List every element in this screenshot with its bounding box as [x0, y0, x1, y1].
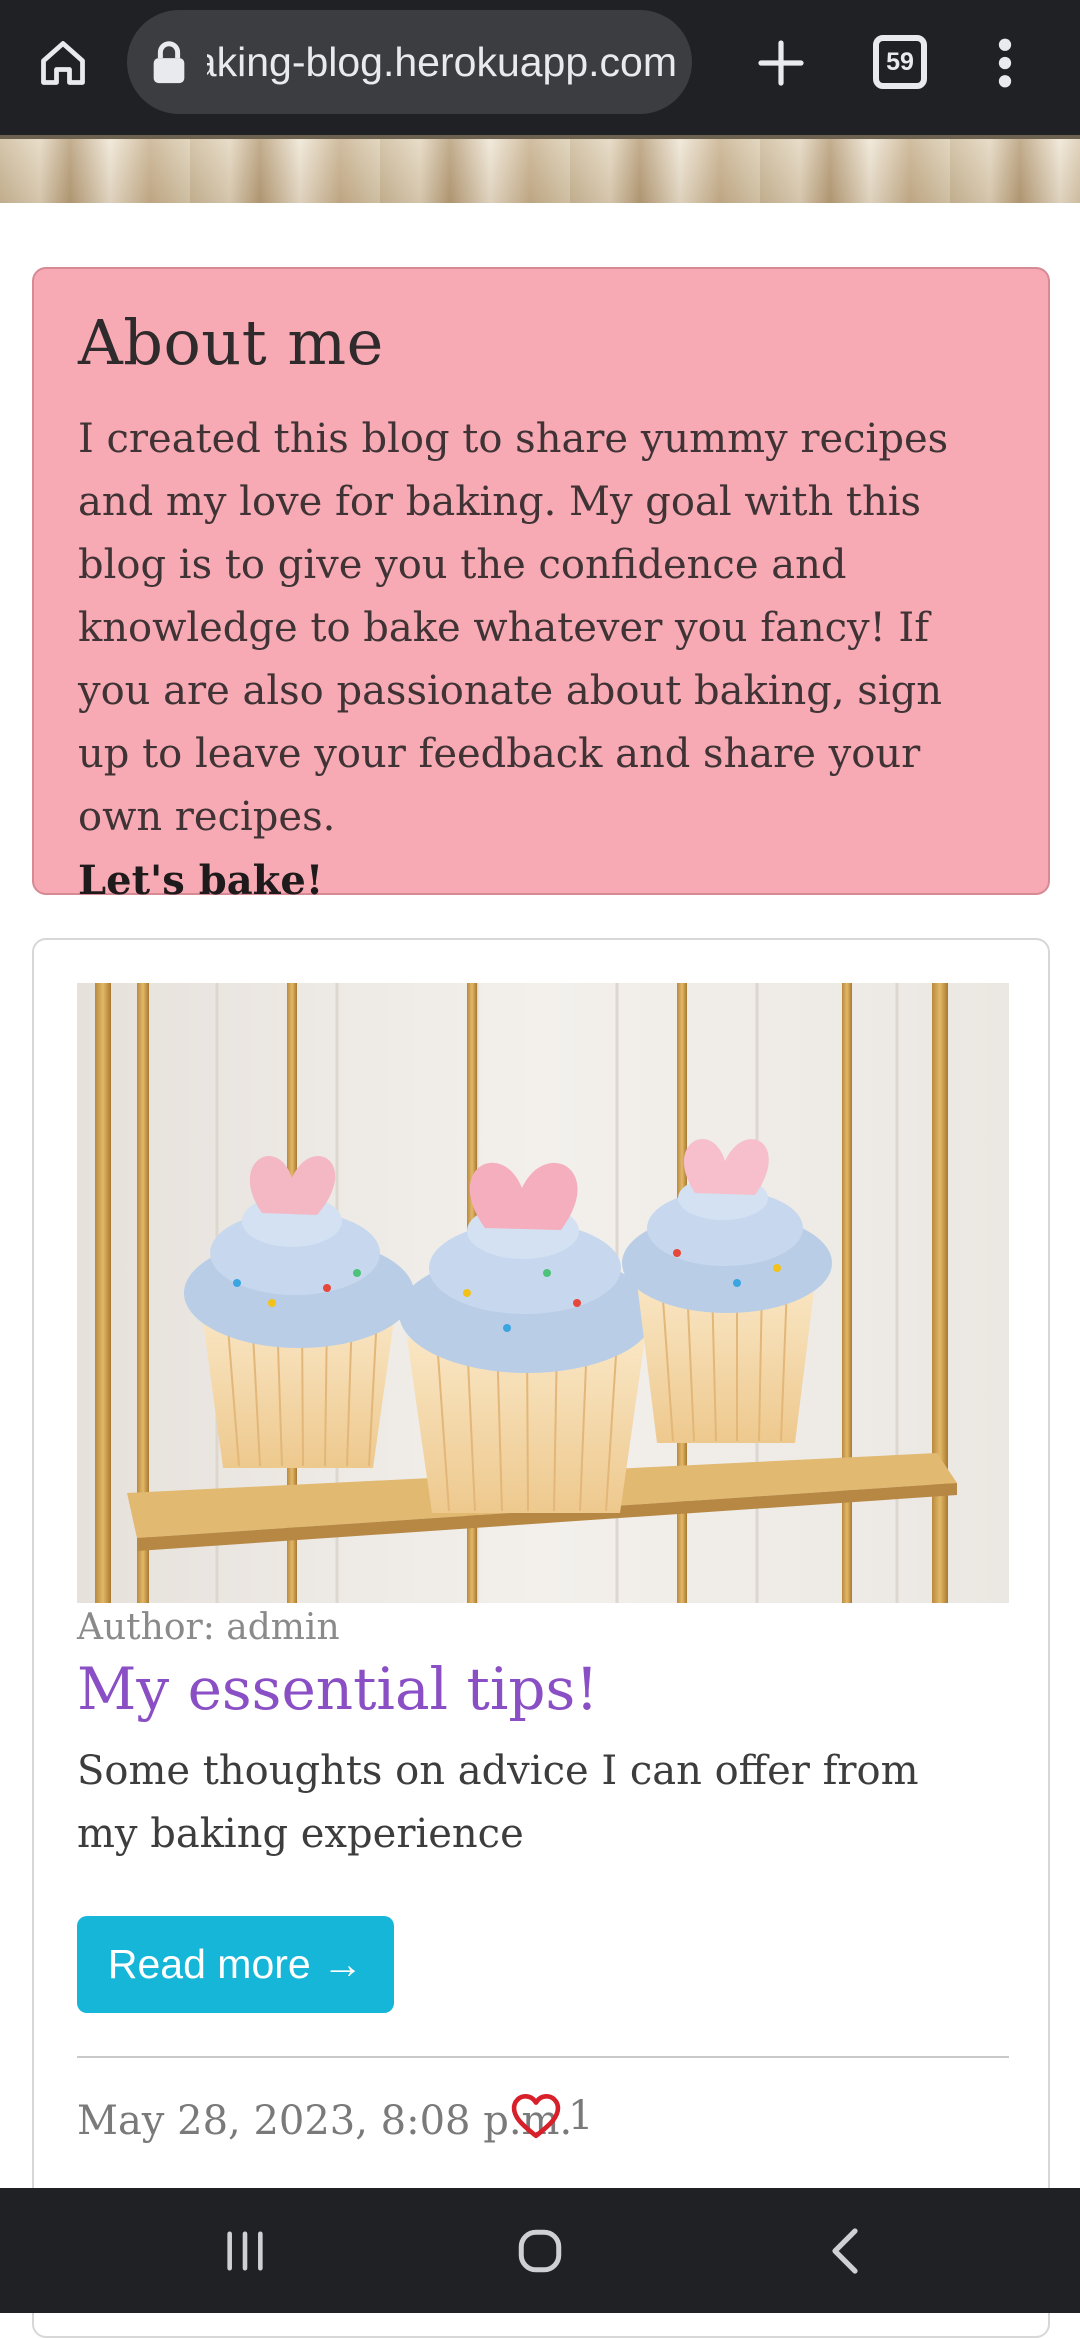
tab-count: 59 [886, 47, 914, 76]
about-cta: Let's bake! [78, 857, 324, 905]
about-card: About me I created this blog to share yu… [32, 267, 1050, 904]
about-title: About me [78, 306, 384, 379]
url-text: baking-blog.herokuapp.com [207, 38, 677, 85]
about-text: I created this blog to share yummy recip… [78, 416, 949, 841]
post-card: Author: admin My essential tips! Some th… [32, 938, 1050, 2338]
plus-icon [758, 40, 804, 86]
system-nav-bar [0, 2188, 1080, 2313]
heart-icon [511, 2094, 561, 2139]
recents-icon [227, 2231, 263, 2271]
divider [77, 2056, 1009, 2058]
recents-button[interactable] [210, 2218, 280, 2284]
like-count: 1 [568, 2093, 594, 2139]
post-excerpt: Some thoughts on advice I can offer from… [77, 1748, 919, 1857]
like-button[interactable]: 1 [510, 2093, 593, 2139]
more-vert-icon [998, 38, 1012, 88]
cupcakes-illustration [77, 983, 1009, 1603]
post-date: May 28, 2023, 8:08 p.m. [77, 2098, 573, 2144]
post-author: Author: admin [77, 1607, 340, 1648]
post-image[interactable] [77, 983, 1009, 1603]
home-nav-button[interactable] [505, 2218, 575, 2284]
browser-menu-button[interactable] [985, 30, 1025, 96]
home-button[interactable] [30, 30, 96, 96]
read-more-button[interactable]: Read more → [77, 1916, 394, 2013]
home-icon [41, 41, 85, 85]
hero-image [0, 135, 1080, 203]
tab-switcher-button[interactable]: 59 [873, 35, 927, 89]
home-circle-icon [518, 2229, 562, 2273]
back-icon [832, 2228, 858, 2274]
new-tab-button[interactable] [748, 30, 814, 96]
back-button[interactable] [810, 2218, 880, 2284]
address-bar[interactable]: baking-blog.herokuapp.com [127, 10, 692, 114]
browser-toolbar: baking-blog.herokuapp.com 59 [0, 0, 1080, 135]
lock-icon [153, 41, 185, 84]
post-title-link[interactable]: My essential tips! [77, 1655, 599, 1723]
